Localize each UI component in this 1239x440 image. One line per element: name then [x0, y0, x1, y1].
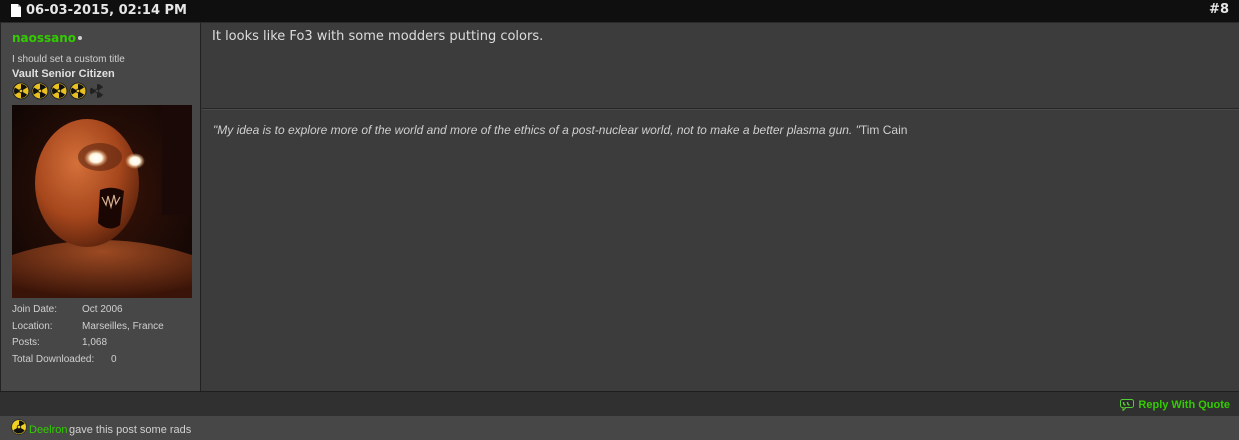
radiation-icon [11, 419, 27, 435]
online-status-icon [78, 36, 82, 40]
rad-filled-icon [12, 82, 30, 100]
rads-given-text: gave this post some rads [69, 424, 192, 436]
post-number-link[interactable]: #8 [1209, 2, 1229, 17]
location-label: Location: [12, 320, 53, 332]
rads-given-bar: Deelron gave this post some rads [0, 416, 1239, 440]
rad-filled-icon [31, 82, 49, 100]
rad-empty-icon [90, 84, 104, 98]
reputation-rads [12, 82, 107, 100]
location-value: Marseilles, France [82, 320, 164, 332]
posts-value: 1,068 [82, 337, 108, 348]
post-message: It looks like Fo3 with some modders putt… [212, 29, 544, 44]
signature-divider [202, 108, 1239, 110]
post-header: 06-03-2015, 02:14 PM #8 [0, 0, 1239, 23]
reply-with-quote-label: Reply With Quote [1138, 399, 1230, 411]
rads-giver-link[interactable]: Deelron [29, 424, 68, 436]
post-content: It looks like Fo3 with some modders putt… [202, 23, 1239, 391]
rad-filled-icon [69, 82, 87, 100]
rad-filled-icon [50, 82, 68, 100]
user-avatar[interactable] [12, 105, 192, 298]
quote-bubble-icon [1120, 399, 1135, 411]
post-footer: Reply With Quote [0, 391, 1239, 417]
join-date-value: Oct 2006 [82, 304, 123, 315]
posts-label: Posts: [12, 337, 40, 348]
post-date: 06-03-2015, 02:14 PM [26, 3, 187, 18]
user-rank: Vault Senior Citizen [12, 68, 115, 80]
total-downloaded-value: 0 [111, 353, 117, 365]
username-link[interactable]: naossano [12, 31, 76, 45]
post-document-icon [11, 4, 21, 17]
signature-quote: "My idea is to explore more of the world… [213, 123, 860, 137]
total-downloaded-label: Total Downloaded: [12, 353, 95, 365]
user-info-panel: naossano I should set a custom title Vau… [0, 23, 201, 391]
user-title: I should set a custom title [12, 54, 125, 65]
signature-author: Tim Cain [859, 123, 908, 137]
reply-with-quote-button[interactable]: Reply With Quote [1120, 399, 1230, 411]
user-signature: "My idea is to explore more of the world… [213, 123, 907, 137]
join-date-label: Join Date: [12, 304, 58, 315]
